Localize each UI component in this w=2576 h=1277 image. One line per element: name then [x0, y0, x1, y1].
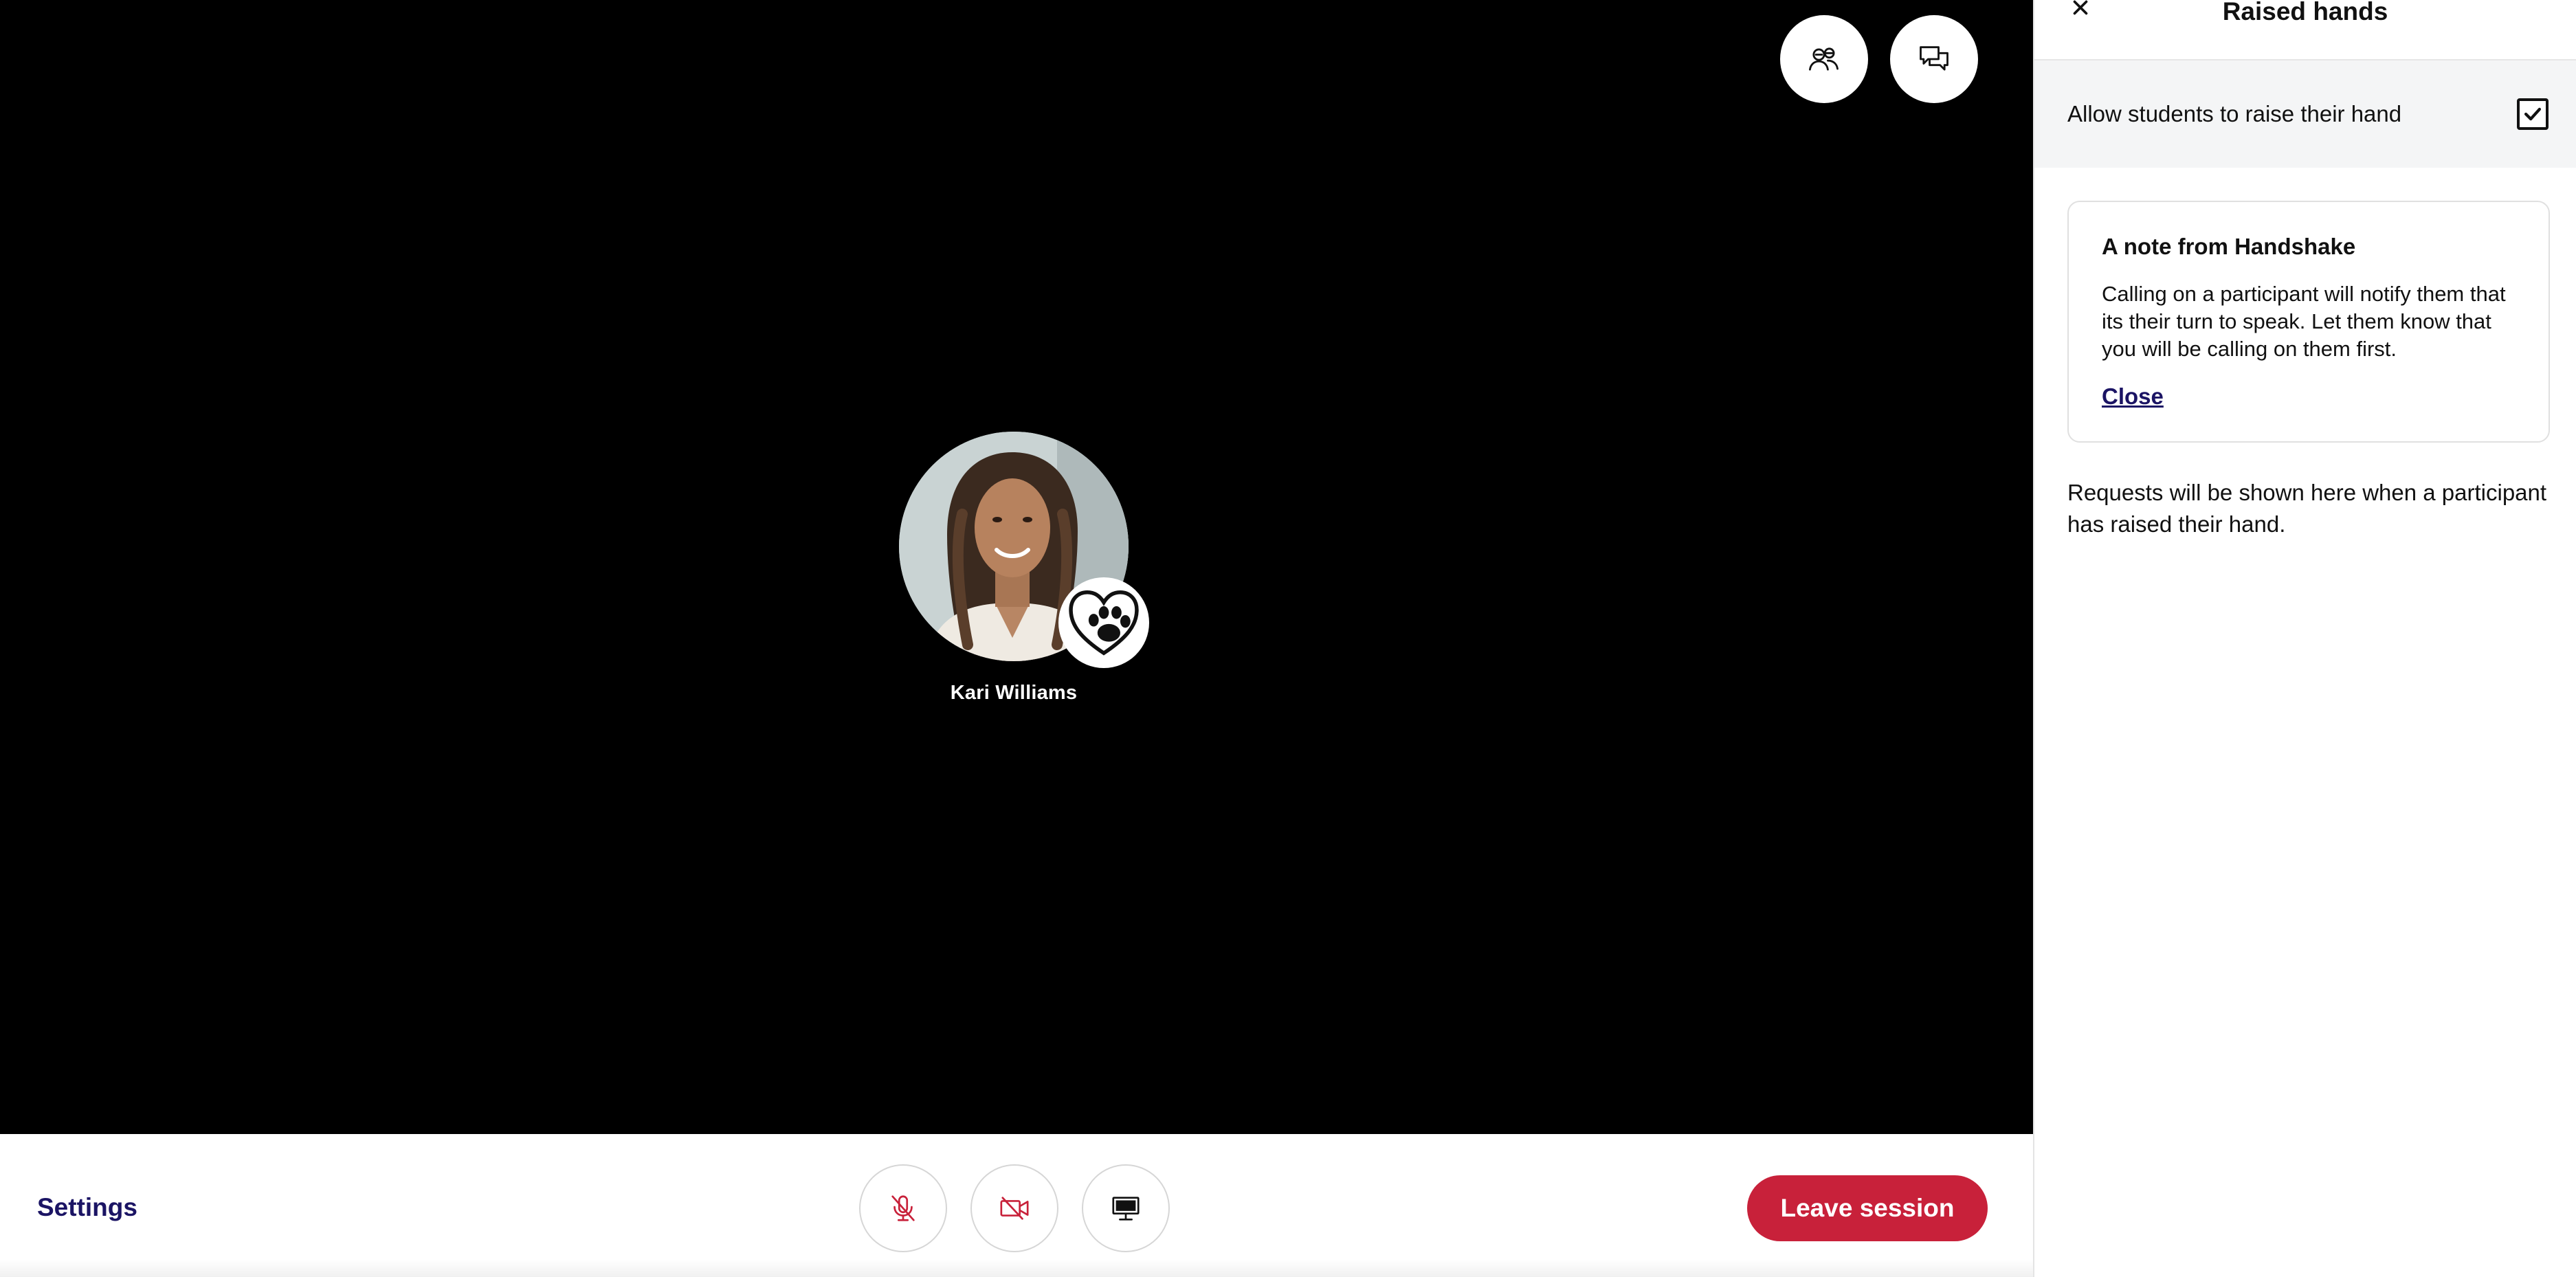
allow-raise-hand-row: Allow students to raise their hand	[2034, 60, 2576, 168]
note-close-link[interactable]: Close	[2102, 384, 2164, 410]
chat-button[interactable]	[1890, 15, 1978, 103]
allow-raise-hand-label: Allow students to raise their hand	[2067, 101, 2402, 126]
participants-icon	[1809, 47, 1839, 71]
allow-raise-hand-checkbox[interactable]	[2517, 98, 2549, 130]
heart-paw-icon	[1069, 590, 1139, 656]
panel-header: Raised hands	[2034, 0, 2576, 60]
mic-muted-icon	[891, 1195, 915, 1221]
top-actions	[1780, 15, 1978, 103]
mic-toggle-button[interactable]	[859, 1164, 947, 1252]
media-controls	[859, 1164, 1170, 1252]
panel-title: Raised hands	[2222, 0, 2388, 25]
camera-off-icon	[1000, 1197, 1029, 1220]
avatar-wrap	[899, 432, 1149, 668]
chat-icon	[1920, 46, 1948, 71]
handshake-note-card: A note from Handshake Calling on a parti…	[2067, 201, 2550, 443]
requests-empty-text: Requests will be shown here when a parti…	[2067, 480, 2547, 537]
bottom-toolbar: Settings Leave session	[0, 1134, 2033, 1277]
note-body: Calling on a participant will notify the…	[2102, 282, 2506, 361]
raised-hands-panel: Raised hands Allow students to raise the…	[2033, 0, 2576, 1277]
camera-toggle-button[interactable]	[970, 1164, 1058, 1252]
participant-name: Kari Williams	[950, 682, 1078, 704]
settings-link[interactable]: Settings	[37, 1193, 137, 1222]
checkmark-icon	[2524, 107, 2542, 121]
leave-session-button[interactable]: Leave session	[1747, 1175, 1988, 1241]
paw-badge	[1058, 577, 1149, 668]
participant-tile: Kari Williams	[893, 432, 1149, 704]
video-stage: Kari Williams	[0, 0, 2033, 1134]
participants-button[interactable]	[1780, 15, 1868, 103]
screen-share-button[interactable]	[1082, 1164, 1170, 1252]
screen-share-icon	[1112, 1197, 1140, 1221]
note-title: A note from Handshake	[2102, 234, 2356, 259]
